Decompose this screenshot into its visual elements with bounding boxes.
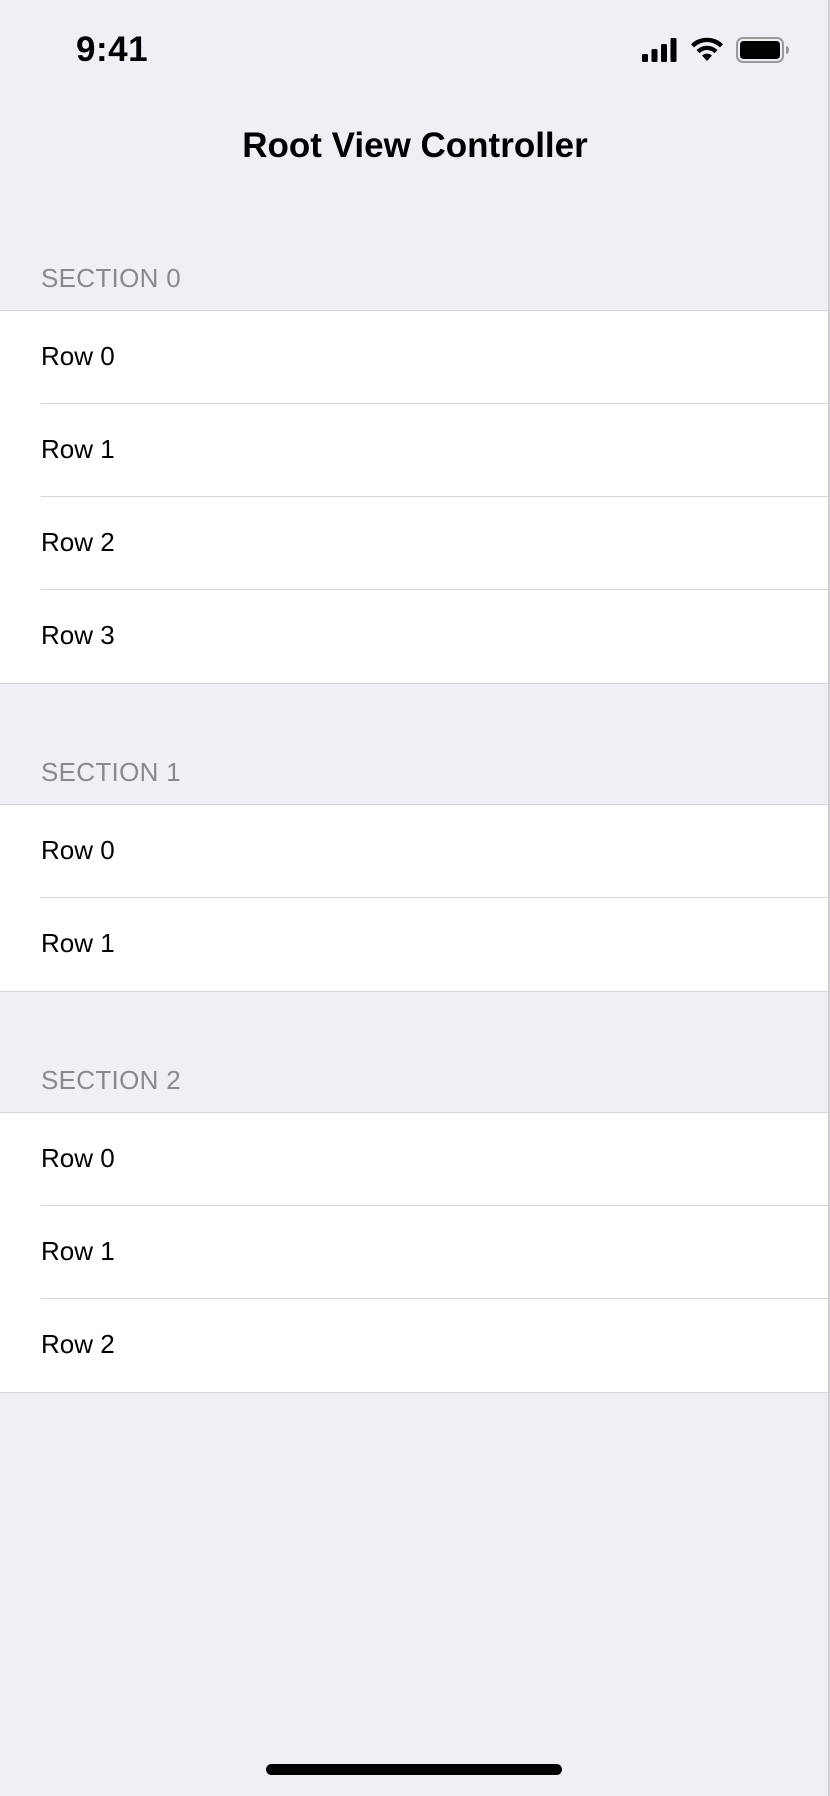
section-header: SECTION 2	[0, 1038, 828, 1112]
navigation-bar: Root View Controller	[0, 110, 830, 182]
row-label: Row 0	[41, 835, 115, 865]
status-bar: 9:41	[0, 0, 830, 100]
status-time: 9:41	[76, 30, 149, 69]
status-icons	[642, 36, 790, 68]
section-header-label: SECTION 1	[41, 757, 181, 787]
section-header-label: SECTION 0	[41, 263, 181, 293]
row-label: Row 2	[41, 527, 115, 557]
table-row[interactable]: Row 3	[0, 590, 828, 683]
section-2: SECTION 2 Row 0 Row 1 Row 2	[0, 1038, 828, 1393]
row-label: Row 1	[41, 1236, 115, 1266]
table-row[interactable]: Row 0	[0, 805, 828, 898]
section-rows: Row 0 Row 1 Row 2	[0, 1112, 828, 1393]
row-label: Row 1	[41, 928, 115, 958]
section-header: SECTION 0	[0, 236, 828, 310]
row-label: Row 0	[41, 1143, 115, 1173]
wifi-icon	[690, 37, 724, 68]
page-title: Root View Controller	[242, 126, 588, 165]
row-label: Row 3	[41, 620, 115, 650]
table-row[interactable]: Row 0	[0, 311, 828, 404]
cellular-signal-icon	[642, 37, 678, 67]
table-row[interactable]: Row 0	[0, 1113, 828, 1206]
section-0: SECTION 0 Row 0 Row 1 Row 2 Row 3	[0, 236, 828, 684]
table-row[interactable]: Row 2	[0, 497, 828, 590]
screen: 9:41 Root View Controller SECTION 0 Row …	[0, 0, 830, 1796]
table-row[interactable]: Row 1	[0, 1206, 828, 1299]
battery-icon	[736, 36, 790, 68]
home-indicator[interactable]	[266, 1764, 562, 1775]
section-rows: Row 0 Row 1 Row 2 Row 3	[0, 310, 828, 684]
row-label: Row 0	[41, 341, 115, 371]
section-header-label: SECTION 2	[41, 1065, 181, 1095]
table-row[interactable]: Row 1	[0, 404, 828, 497]
table-row[interactable]: Row 1	[0, 898, 828, 991]
section-header: SECTION 1	[0, 730, 828, 804]
table-view[interactable]: SECTION 0 Row 0 Row 1 Row 2 Row 3 SECTIO…	[0, 236, 828, 1393]
section-rows: Row 0 Row 1	[0, 804, 828, 992]
row-label: Row 1	[41, 434, 115, 464]
row-label: Row 2	[41, 1329, 115, 1359]
section-1: SECTION 1 Row 0 Row 1	[0, 730, 828, 992]
table-row[interactable]: Row 2	[0, 1299, 828, 1392]
